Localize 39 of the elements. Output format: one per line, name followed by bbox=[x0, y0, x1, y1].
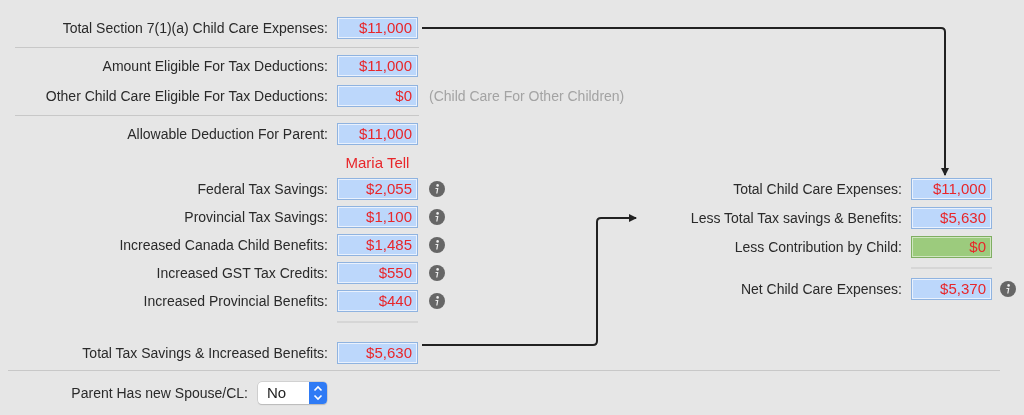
info-icon[interactable] bbox=[429, 293, 445, 309]
value-field[interactable]: $11,000 bbox=[337, 17, 418, 39]
field-label: Allowable Deduction For Parent: bbox=[126, 126, 328, 142]
value-field[interactable]: $5,630 bbox=[337, 342, 418, 364]
note-text: (Child Care For Other Children) bbox=[429, 88, 625, 104]
field-label: Increased GST Tax Credits: bbox=[155, 265, 328, 281]
field-label: Provincial Tax Savings: bbox=[183, 209, 328, 225]
value-field[interactable]: $11,000 bbox=[911, 178, 992, 200]
parent-name: Maria Tell bbox=[344, 153, 411, 171]
value-field[interactable]: $440 bbox=[337, 290, 418, 312]
value-field[interactable]: $0 bbox=[911, 236, 992, 258]
field-label: Amount Eligible For Tax Deductions: bbox=[101, 58, 328, 74]
info-icon[interactable] bbox=[429, 237, 445, 253]
field-label: Total Child Care Expenses: bbox=[732, 181, 902, 197]
info-icon[interactable] bbox=[429, 265, 445, 281]
value-field[interactable]: $0 bbox=[337, 85, 418, 107]
value-field[interactable]: $550 bbox=[337, 262, 418, 284]
value-field[interactable]: $1,100 bbox=[337, 206, 418, 228]
field-label: Increased Canada Child Benefits: bbox=[118, 237, 328, 253]
field-label: Parent Has new Spouse/CL: bbox=[70, 385, 248, 401]
field-label: Less Total Tax savings & Benefits: bbox=[689, 210, 902, 226]
value-field[interactable]: $11,000 bbox=[337, 55, 418, 77]
info-icon[interactable] bbox=[1000, 281, 1016, 297]
info-icon[interactable] bbox=[429, 181, 445, 197]
field-label: Total Tax Savings & Increased Benefits: bbox=[81, 345, 328, 361]
info-icon[interactable] bbox=[429, 209, 445, 225]
value-field[interactable]: $11,000 bbox=[337, 123, 418, 145]
field-label: Net Child Care Expenses: bbox=[739, 281, 902, 297]
value-field[interactable]: $2,055 bbox=[337, 178, 418, 200]
value-field[interactable]: $5,630 bbox=[911, 207, 992, 229]
field-label: Other Child Care Eligible For Tax Deductions: bbox=[44, 88, 328, 104]
field-label: Increased Provincial Benefits: bbox=[142, 293, 328, 309]
field-label: Less Contribution by Child: bbox=[733, 239, 902, 255]
value-field[interactable]: $5,370 bbox=[911, 278, 992, 300]
spouse-dropdown[interactable]: No bbox=[258, 382, 327, 404]
value-field[interactable]: $1,485 bbox=[337, 234, 418, 256]
stepper-icon bbox=[309, 382, 327, 404]
field-label: Total Section 7(1)(a) Child Care Expenses: bbox=[61, 20, 328, 36]
field-label: Federal Tax Savings: bbox=[196, 181, 328, 197]
